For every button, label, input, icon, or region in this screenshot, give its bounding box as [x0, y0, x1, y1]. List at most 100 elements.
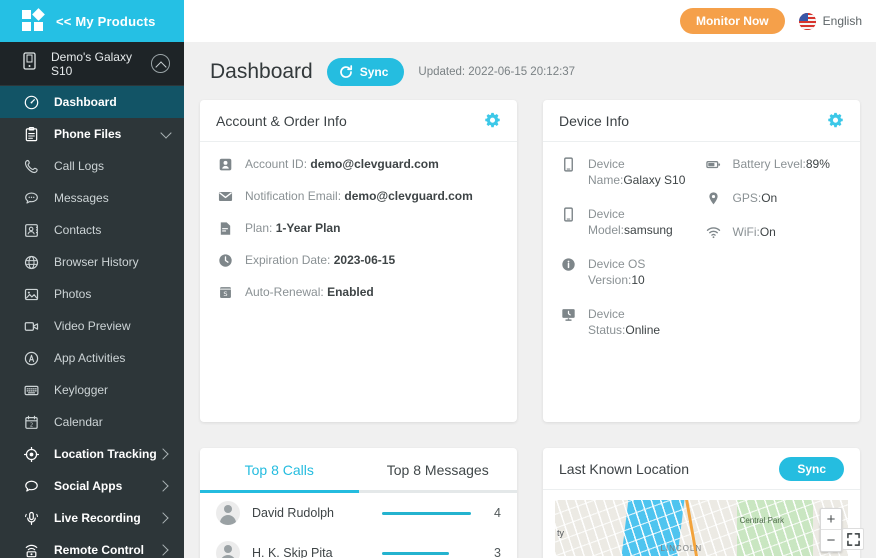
envelope-icon: [218, 189, 233, 204]
sidebar-item-label: Remote Control: [54, 543, 159, 557]
sidebar-item-phone-files[interactable]: Phone Files: [0, 118, 184, 150]
map-zoom-in-button[interactable]: +: [821, 509, 841, 530]
clock-icon: [218, 253, 233, 268]
fullscreen-icon[interactable]: [842, 528, 864, 550]
remote-control-icon: [22, 541, 40, 558]
clipboard-icon: [22, 125, 40, 143]
avatar: [216, 541, 240, 558]
call-list-row: David Rudolph 4: [200, 493, 517, 533]
target-icon: [22, 445, 40, 463]
phone-icon: [22, 52, 37, 75]
brand-label: << My Products: [56, 14, 156, 29]
sidebar-item-location-tracking[interactable]: Location Tracking: [0, 438, 184, 470]
sidebar-item-browser-history[interactable]: Browser History: [0, 246, 184, 278]
sidebar-item-social-apps[interactable]: Social Apps: [0, 470, 184, 502]
phone-call-icon: [22, 157, 40, 175]
sidebar-item-label: Calendar: [54, 415, 170, 429]
mobile-icon: [561, 157, 576, 172]
gear-icon[interactable]: [484, 112, 501, 129]
location-sync-button[interactable]: Sync: [779, 457, 844, 481]
map-label-lincoln: LINCOLN: [660, 544, 702, 553]
svg-text:2: 2: [29, 422, 32, 428]
top-calls-messages-card: Top 8 CallsTop 8 Messages David Rudolph 4…: [200, 448, 517, 558]
dashboard-icon: [22, 93, 40, 111]
sidebar-item-label: Browser History: [54, 255, 170, 269]
count-bar: [382, 512, 471, 515]
device-info-row: GPS:On: [706, 190, 843, 206]
mobile-icon: [561, 207, 576, 222]
sidebar-item-label: Phone Files: [54, 127, 162, 141]
globe-icon: [22, 253, 40, 271]
device-info-text: Battery Level:89%: [733, 156, 830, 172]
tab-top-8-calls[interactable]: Top 8 Calls: [200, 448, 359, 493]
sidebar-item-video-preview[interactable]: Video Preview: [0, 310, 184, 342]
sidebar-item-calendar[interactable]: 2 Calendar: [0, 406, 184, 438]
microphone-icon: [22, 509, 40, 527]
device-info-text: Device Status:Online: [588, 306, 698, 338]
sidebar-item-remote-control[interactable]: Remote Control: [0, 534, 184, 558]
user-icon: [218, 157, 233, 172]
sidebar-item-photos[interactable]: Photos: [0, 278, 184, 310]
device-info-row: Battery Level:89%: [706, 156, 843, 172]
sidebar-item-call-logs[interactable]: Call Logs: [0, 150, 184, 182]
sidebar-item-contacts[interactable]: Contacts: [0, 214, 184, 246]
chevron-up-circle-icon[interactable]: [151, 54, 170, 73]
account-info-text: Notification Email: demo@clevguard.com: [245, 188, 473, 204]
device-info-row: Device Model:samsung: [561, 206, 698, 238]
sidebar-item-label: Live Recording: [54, 511, 159, 525]
device-info-body: Device Name:Galaxy S10 Device Model:samsu…: [543, 142, 860, 372]
device-info-text: GPS:On: [733, 190, 778, 206]
count-bar: [382, 552, 471, 555]
contacts-icon: [22, 221, 40, 239]
device-info-row: WiFi:On: [706, 224, 843, 240]
dashboard-grid: Account & Order Info Account ID: demo@cl…: [194, 100, 866, 558]
sync-button[interactable]: Sync: [327, 58, 405, 86]
topbar: Monitor Now English: [184, 0, 876, 42]
chevron-right-icon[interactable]: [157, 480, 168, 491]
device-info-left-column: Device Name:Galaxy S10 Device Model:samsu…: [561, 156, 698, 356]
sidebar-device-selector[interactable]: Demo's Galaxy S10: [0, 42, 184, 86]
sidebar: << My Products Demo's Galaxy S10 Dashboa…: [0, 0, 184, 558]
my-products-button[interactable]: << My Products: [0, 0, 184, 42]
map-zoom-out-button[interactable]: −: [821, 530, 841, 551]
sidebar-item-messages[interactable]: Messages: [0, 182, 184, 214]
device-info-text: Device OS Version:10: [588, 256, 698, 288]
sidebar-device-name: Demo's Galaxy S10: [51, 50, 151, 78]
contact-name: David Rudolph: [252, 506, 370, 520]
photo-icon: [22, 285, 40, 303]
sidebar-item-label: Social Apps: [54, 479, 159, 493]
video-icon: [22, 317, 40, 335]
gear-icon[interactable]: [827, 112, 844, 129]
sidebar-item-app-activities[interactable]: App Activities: [0, 342, 184, 374]
chevron-right-icon[interactable]: [157, 544, 168, 555]
wifi-icon: [706, 225, 721, 240]
account-order-info-card: Account & Order Info Account ID: demo@cl…: [200, 100, 517, 422]
pin-icon: [706, 191, 721, 206]
chat-bubble-icon: [22, 477, 40, 495]
device-card-title: Device Info: [559, 113, 629, 129]
sidebar-item-keylogger[interactable]: Keylogger: [0, 374, 184, 406]
avatar: [216, 501, 240, 525]
chevron-down-icon[interactable]: [160, 127, 171, 138]
call-list-row: H. K. Skip Pita3: [200, 533, 517, 558]
sidebar-item-dashboard[interactable]: Dashboard: [0, 86, 184, 118]
map-preview[interactable]: Central Park ty LINCOLN + −: [555, 500, 848, 556]
sidebar-item-live-recording[interactable]: Live Recording: [0, 502, 184, 534]
app-root: << My Products Demo's Galaxy S10 Dashboa…: [0, 0, 876, 558]
chevron-right-icon[interactable]: [157, 448, 168, 459]
chevron-right-icon[interactable]: [157, 512, 168, 523]
monitor-now-button[interactable]: Monitor Now: [680, 8, 785, 34]
grid-logo-icon: [22, 10, 44, 32]
count-value: 4: [483, 506, 501, 520]
language-selector[interactable]: English: [799, 13, 862, 30]
keyboard-icon: [22, 381, 40, 399]
account-info-text: Auto-Renewal: Enabled: [245, 284, 374, 300]
battery-icon: [706, 157, 721, 172]
top-card-tabs: Top 8 CallsTop 8 Messages: [200, 448, 517, 493]
device-info-row: Device Name:Galaxy S10: [561, 156, 698, 188]
sidebar-item-label: Dashboard: [54, 95, 170, 109]
tab-top-8-messages[interactable]: Top 8 Messages: [359, 448, 518, 493]
location-card-title: Last Known Location: [559, 461, 689, 477]
device-info-text: Device Name:Galaxy S10: [588, 156, 698, 188]
page-header: Dashboard Sync Updated: 2022-06-15 20:12…: [194, 42, 866, 100]
